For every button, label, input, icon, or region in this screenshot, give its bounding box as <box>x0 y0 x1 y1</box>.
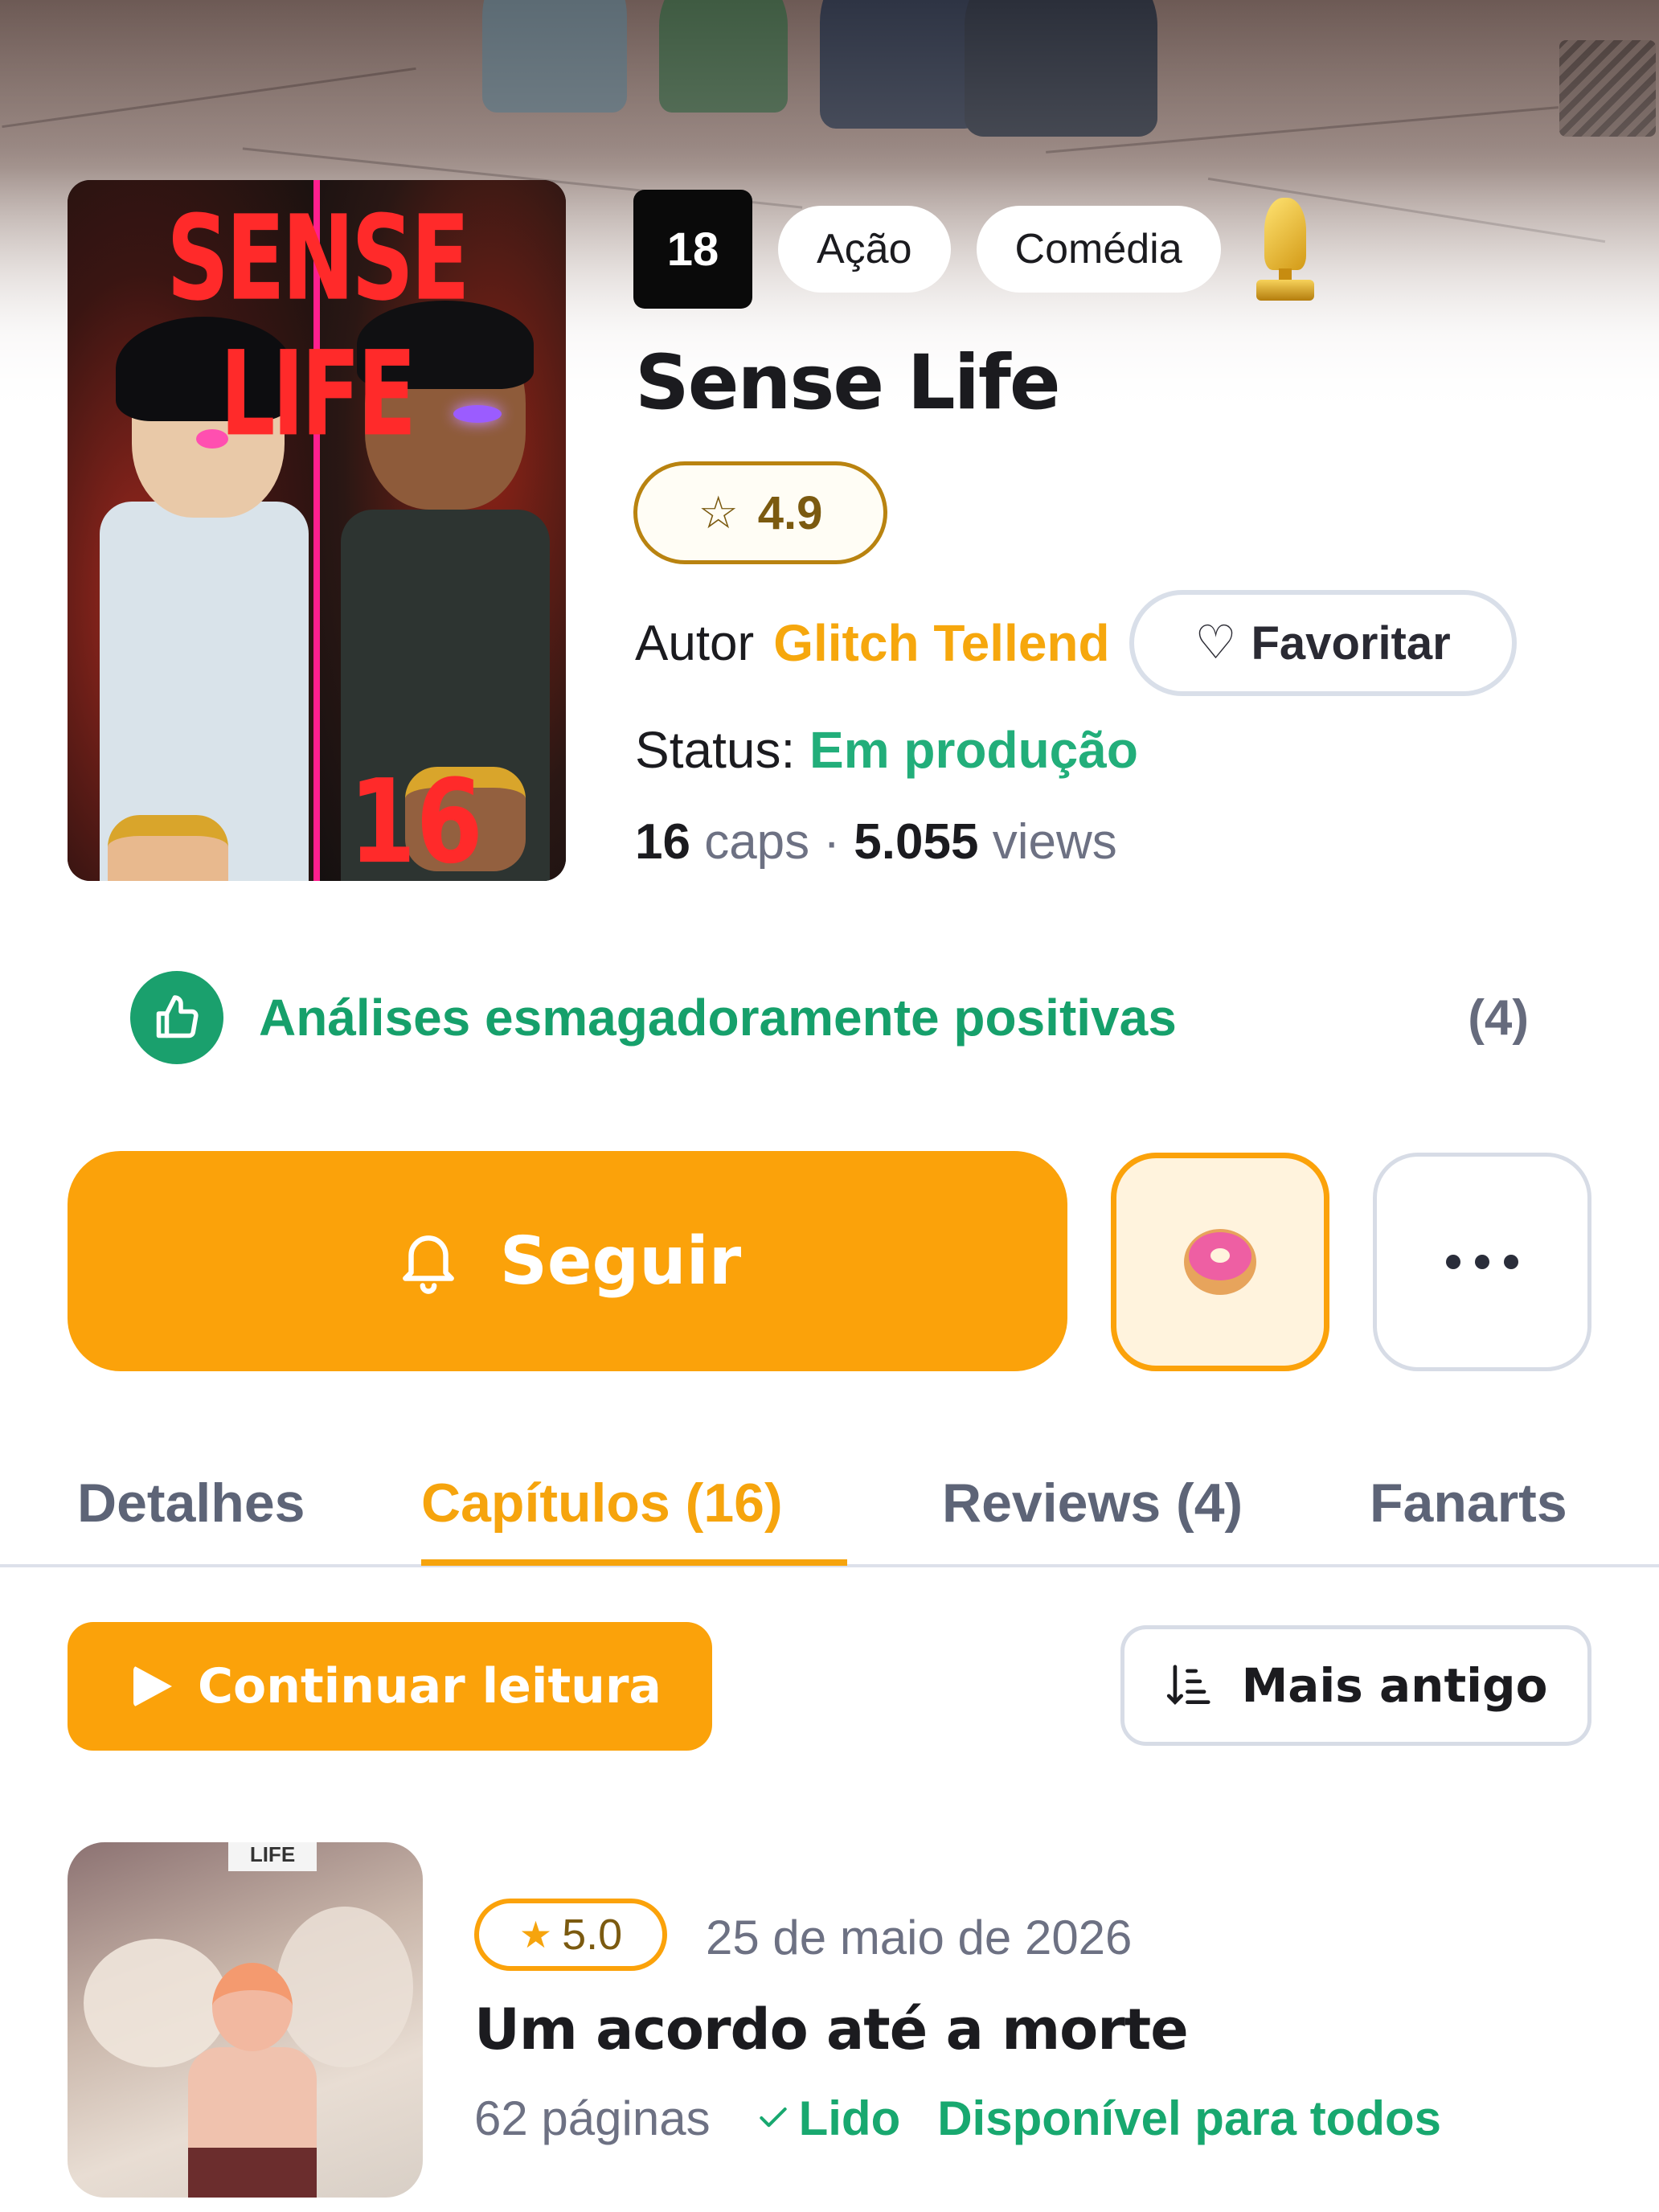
views-unit: views <box>992 814 1117 870</box>
genre-chip-comedia[interactable]: Comédia <box>976 206 1221 293</box>
views-count: 5.055 <box>854 814 979 870</box>
stats-separator: · <box>823 814 841 870</box>
sort-button[interactable]: Mais antigo <box>1120 1625 1591 1746</box>
status-value: Em produção <box>809 721 1138 779</box>
follow-label: Seguir <box>499 1223 742 1300</box>
star-outline-icon: ☆ <box>698 487 739 538</box>
star-filled-icon: ★ <box>518 1914 553 1956</box>
genre-chip-acao[interactable]: Ação <box>778 206 951 293</box>
favorite-button[interactable]: ♡ Favoritar <box>1129 590 1517 696</box>
donut-icon <box>1184 1229 1256 1295</box>
follow-button[interactable]: Seguir <box>68 1151 1067 1371</box>
tab-fanarts[interactable]: Fanarts <box>1370 1439 1567 1567</box>
status-row: Status: Em produção <box>635 720 1138 780</box>
active-tab-indicator <box>421 1559 847 1566</box>
chapter-title[interactable]: Um acordo até a morte <box>474 1997 1189 2062</box>
author-link[interactable]: Glitch Tellend <box>773 613 1109 673</box>
chapters-count: 16 <box>635 814 690 870</box>
bell-icon <box>402 1235 454 1294</box>
chapter-date: 25 de maio de 2026 <box>706 1911 1133 1964</box>
cover-logo: SENSE LIFE <box>166 191 470 463</box>
author-row: Autor Glitch Tellend ♡ Favoritar <box>635 590 1517 696</box>
page-title: Sense Life <box>635 339 1061 427</box>
stats-row: 16 caps · 5.055 views <box>635 813 1117 870</box>
checkmark-icon <box>759 2107 787 2128</box>
rating-value: 4.9 <box>757 486 823 539</box>
heart-outline-icon: ♡ <box>1194 616 1237 669</box>
sort-icon <box>1166 1665 1210 1705</box>
continue-reading-label: Continuar leitura <box>198 1658 662 1714</box>
rating-badge[interactable]: ☆ 4.9 <box>633 461 887 564</box>
chapter-pages: 62 páginas <box>474 2091 711 2145</box>
tab-reviews[interactable]: Reviews (4) <box>942 1439 1243 1567</box>
tag-row: 18 Ação Comédia <box>633 190 1324 309</box>
manga-cover[interactable]: SENSE LIFE 16 <box>68 180 566 881</box>
chapters-unit: caps <box>704 814 810 870</box>
chapter-rating-badge: ★ 5.0 <box>474 1899 667 1971</box>
cover-volume-number: 16 <box>349 756 483 881</box>
chapter-rating-value: 5.0 <box>562 1911 623 1959</box>
tab-bar: Detalhes Capítulos (16) Reviews (4) Fana… <box>0 1439 1659 1567</box>
review-summary[interactable]: Análises esmagadoramente positivas (4) <box>130 969 1529 1066</box>
more-dots-icon <box>1446 1255 1460 1269</box>
tab-capitulos[interactable]: Capítulos (16) <box>421 1439 783 1567</box>
more-options-button[interactable] <box>1373 1153 1591 1371</box>
review-summary-text: Análises esmagadoramente positivas <box>259 989 1177 1047</box>
chapter-read-label: Lido <box>798 2091 901 2145</box>
sort-label: Mais antigo <box>1241 1658 1548 1713</box>
age-rating-badge: 18 <box>633 190 752 309</box>
thumbnail-sign: LIFE <box>228 1842 317 1871</box>
favorite-label: Favoritar <box>1251 616 1451 670</box>
chapter-thumbnail[interactable]: LIFE <box>68 1842 423 2198</box>
author-label: Autor <box>635 615 755 671</box>
continue-reading-button[interactable]: Continuar leitura <box>68 1622 712 1751</box>
status-label: Status: <box>635 721 796 779</box>
tab-detalhes[interactable]: Detalhes <box>77 1439 305 1567</box>
chapter-availability: Disponível para todos <box>937 2091 1441 2145</box>
review-count: (4) <box>1468 989 1529 1046</box>
donate-button[interactable] <box>1111 1153 1329 1371</box>
trophy-icon[interactable] <box>1247 190 1324 309</box>
chapter-read-status: Lido <box>756 2091 901 2146</box>
thumbs-up-icon <box>130 971 223 1064</box>
chapter-meta-row: 62 páginas Lido Disponível para todos <box>474 2090 1441 2146</box>
play-icon <box>133 1665 172 1707</box>
